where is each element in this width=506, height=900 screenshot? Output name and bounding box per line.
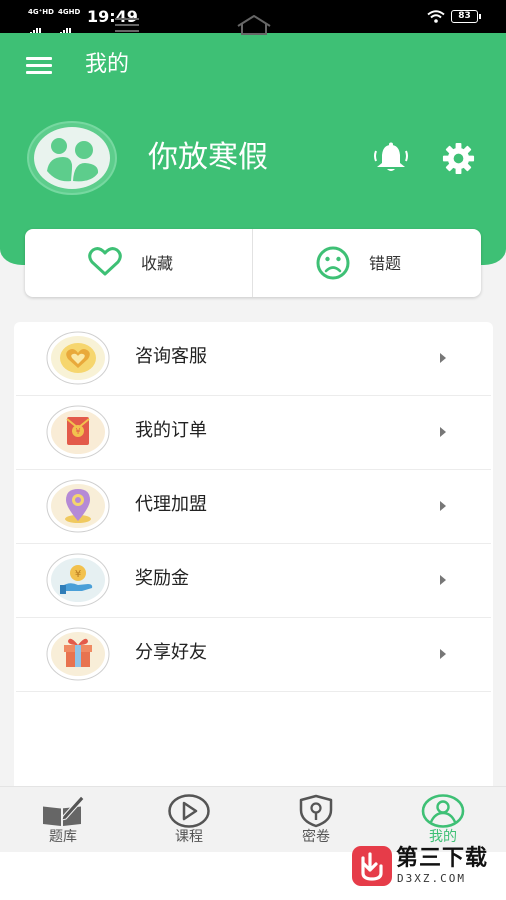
menu-item-customer-service[interactable]: 咨询客服: [14, 322, 493, 396]
red-envelope-icon: ¥: [46, 405, 110, 459]
tab-label: 课程: [175, 829, 203, 845]
home-icon[interactable]: [236, 14, 272, 36]
sad-face-icon: [316, 246, 350, 280]
menu-item-label: 分享好友: [135, 642, 207, 663]
hamburger-menu-icon[interactable]: [26, 57, 52, 75]
gift-box-icon: [46, 627, 110, 681]
signal-label-2: 4GHD: [58, 8, 81, 16]
chevron-right-icon: [440, 649, 446, 659]
chevron-right-icon: [440, 353, 446, 363]
username: 你放寒假: [148, 140, 268, 175]
tab-question-bank[interactable]: 题库: [0, 787, 126, 853]
coin-hand-icon: ¥: [46, 553, 110, 607]
chevron-right-icon: [440, 575, 446, 585]
svg-text:¥: ¥: [75, 569, 81, 580]
row-divider: [16, 691, 491, 692]
heart-badge-icon: [46, 331, 110, 385]
tab-label: 题库: [49, 829, 77, 845]
watermark-subtitle: D3XZ.COM: [397, 872, 466, 885]
favorites-button[interactable]: 收藏: [25, 229, 252, 297]
wrong-questions-label: 错题: [369, 254, 402, 273]
page-title: 我的: [85, 52, 130, 77]
gear-icon[interactable]: [441, 141, 476, 176]
menu-item-label: 我的订单: [135, 420, 207, 441]
menu-item-agency-join[interactable]: 代理加盟: [14, 470, 493, 544]
svg-text:¥: ¥: [75, 427, 80, 436]
battery-indicator: 83: [451, 10, 481, 23]
menu-list: 咨询客服 ¥ 我的订单 代理加盟 ¥ 奖励金 分享好友: [14, 322, 493, 792]
menu-item-label: 咨询客服: [135, 346, 207, 367]
watermark-title: 第三下载: [396, 846, 489, 871]
avatar[interactable]: [27, 121, 117, 195]
bell-icon[interactable]: [373, 142, 409, 174]
signal-bars-icon: [60, 16, 72, 35]
chevron-right-icon: [440, 501, 446, 511]
user-circle-icon: [421, 794, 465, 828]
book-pen-icon: [42, 795, 85, 826]
wifi-icon: [427, 10, 445, 23]
signal-bars-icon: [30, 16, 42, 35]
location-pin-icon: [46, 479, 110, 533]
download-logo-icon: [352, 846, 392, 886]
heart-icon: [88, 247, 122, 276]
menu-item-rewards[interactable]: ¥ 奖励金: [14, 544, 493, 618]
menu-item-my-orders[interactable]: ¥ 我的订单: [14, 396, 493, 470]
menu-lines-icon[interactable]: [114, 16, 140, 34]
menu-item-label: 奖励金: [135, 568, 189, 589]
wrong-questions-button[interactable]: 错题: [253, 229, 480, 297]
play-circle-icon: [168, 794, 210, 828]
quick-actions-card: 收藏 错题: [25, 229, 481, 297]
tab-courses[interactable]: 课程: [126, 787, 252, 853]
menu-item-share-friends[interactable]: 分享好友: [14, 618, 493, 692]
signal-label-1: 4G⁺HD: [28, 8, 54, 16]
menu-item-label: 代理加盟: [135, 494, 207, 515]
chevron-right-icon: [440, 427, 446, 437]
watermark-logo: 第三下载 D3XZ.COM: [350, 843, 506, 891]
shield-lock-icon: [299, 794, 333, 828]
favorites-label: 收藏: [141, 254, 174, 273]
